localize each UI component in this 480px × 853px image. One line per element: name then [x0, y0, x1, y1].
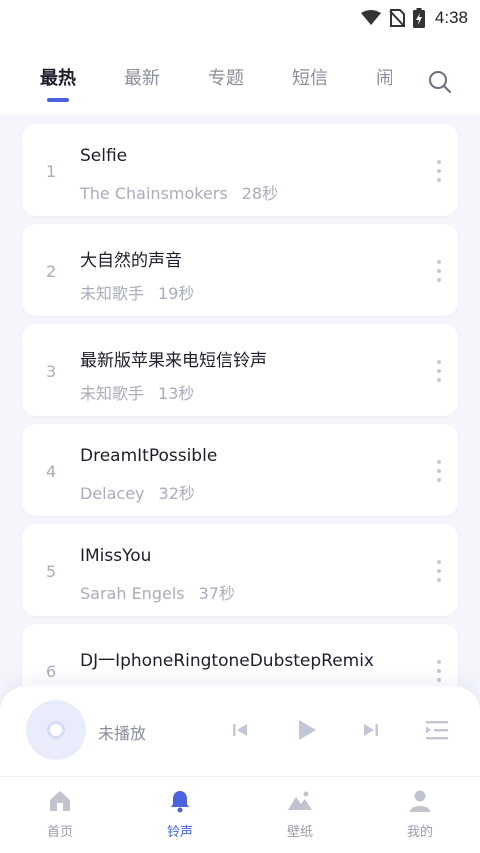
- wifi-icon: [360, 10, 381, 26]
- mini-player: 未播放: [0, 686, 480, 776]
- nav-label: 我的: [406, 825, 433, 840]
- wallpaper-icon: [288, 791, 312, 810]
- more-options-icon[interactable]: [436, 460, 442, 482]
- song-title: Selfie: [80, 146, 128, 166]
- list-item[interactable]: 3 最新版苹果来电短信铃声 未知歌手 13秒: [22, 324, 458, 416]
- duration: 32秒: [158, 484, 195, 503]
- song-meta: Sarah Engels 37秒: [80, 580, 235, 604]
- more-options-icon[interactable]: [436, 260, 442, 282]
- rank-number: 5: [46, 562, 57, 581]
- playlist-icon[interactable]: [426, 720, 448, 744]
- bell-icon: [171, 791, 189, 813]
- duration: 13秒: [158, 384, 195, 403]
- tab-sms[interactable]: 短信: [292, 64, 328, 90]
- rank-number: 2: [46, 262, 57, 281]
- nav-label: 铃声: [166, 825, 193, 840]
- previous-icon[interactable]: [232, 722, 248, 742]
- status-time: 4:38: [434, 8, 468, 27]
- artist-name: The Chainsmokers: [80, 184, 228, 203]
- song-meta: Delacey 32秒: [80, 480, 195, 504]
- album-disc-icon[interactable]: [26, 700, 86, 760]
- artist-name: Sarah Engels: [80, 584, 185, 603]
- profile-icon: [410, 790, 430, 812]
- player-status: 未播放: [98, 724, 147, 743]
- song-title: 大自然的声音: [80, 251, 182, 271]
- song-title: DJ一IphoneRingtoneDubstepRemix: [80, 651, 374, 671]
- search-icon: [429, 71, 451, 93]
- list-item[interactable]: 5 IMissYou Sarah Engels 37秒: [22, 524, 458, 616]
- tab-label: 专题: [208, 68, 244, 89]
- song-title: IMissYou: [80, 546, 152, 566]
- tab-hottest[interactable]: 最热: [40, 64, 76, 102]
- song-meta: 未知歌手 13秒: [80, 380, 194, 404]
- play-icon[interactable]: [296, 718, 318, 746]
- battery-charging-icon: [412, 8, 425, 28]
- nav-label: 壁纸: [286, 825, 313, 840]
- list-item[interactable]: 4 DreamItPossible Delacey 32秒: [22, 424, 458, 516]
- nav-label: 首页: [46, 825, 73, 840]
- next-icon[interactable]: [363, 722, 379, 742]
- artist-name: Delacey: [80, 484, 145, 503]
- duration: 19秒: [158, 284, 195, 303]
- artist-name: 未知歌手: [80, 384, 145, 403]
- artist-name: 未知歌手: [80, 284, 145, 303]
- search-button[interactable]: [428, 70, 452, 94]
- nav-ringtones[interactable]: 铃声: [150, 789, 210, 840]
- nav-profile[interactable]: 我的: [390, 789, 450, 840]
- home-icon: [50, 791, 70, 811]
- nav-home[interactable]: 首页: [30, 789, 90, 840]
- active-tab-indicator: [47, 98, 69, 102]
- tab-newest[interactable]: 最新: [124, 64, 160, 90]
- song-title: DreamItPossible: [80, 446, 218, 466]
- rank-number: 4: [46, 462, 57, 481]
- tab-topics[interactable]: 专题: [208, 64, 244, 90]
- more-options-icon[interactable]: [436, 360, 442, 382]
- nav-wallpapers[interactable]: 壁纸: [270, 789, 330, 840]
- more-options-icon[interactable]: [436, 160, 442, 182]
- rank-number: 1: [46, 162, 57, 181]
- list-item[interactable]: 2 大自然的声音 未知歌手 19秒: [22, 224, 458, 316]
- no-sim-icon: [389, 9, 405, 27]
- duration: 37秒: [198, 584, 235, 603]
- more-options-icon[interactable]: [436, 560, 442, 582]
- duration: 28秒: [241, 184, 279, 203]
- tab-label: 最新: [124, 68, 160, 89]
- tab-label: 闹: [376, 68, 392, 89]
- song-title: 最新版苹果来电短信铃声: [80, 351, 267, 371]
- tab-label: 最热: [40, 68, 76, 89]
- list-item[interactable]: 1 Selfie The Chainsmokers 28秒: [22, 124, 458, 216]
- rank-number: 3: [46, 362, 57, 381]
- header: 最热 最新 专题 短信 闹: [0, 36, 480, 114]
- tab-label: 短信: [292, 68, 328, 89]
- tab-alarm[interactable]: 闹: [376, 64, 392, 90]
- song-meta: 未知歌手 19秒: [80, 280, 194, 304]
- song-meta: The Chainsmokers 28秒: [80, 180, 278, 204]
- more-options-icon[interactable]: [436, 660, 442, 682]
- category-tabs: 最热 最新 专题 短信 闹: [0, 64, 420, 104]
- status-bar: 4:38: [0, 0, 480, 36]
- bottom-navigation: 首页 铃声 壁纸 我的: [0, 776, 480, 853]
- rank-number: 6: [46, 662, 57, 681]
